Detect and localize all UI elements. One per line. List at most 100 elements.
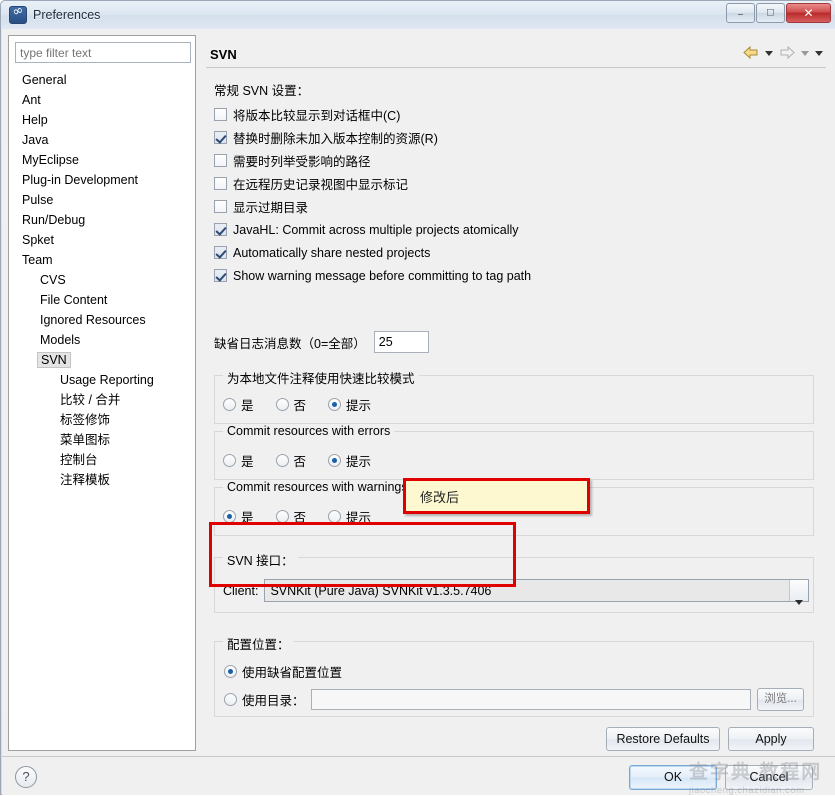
- quick-diff-option-no[interactable]: 否: [275, 395, 306, 414]
- sidebar-item-label: CVS: [40, 273, 66, 287]
- general-settings-label: 常规 SVN 设置：: [214, 84, 310, 98]
- question-mark-icon[interactable]: ?: [15, 766, 37, 788]
- sidebar-item-ignored-resources[interactable]: Ignored Resources: [9, 310, 195, 330]
- option-label: 使用目录：: [242, 694, 305, 708]
- sidebar-item-[interactable]: 菜单图标: [9, 430, 195, 450]
- svn-client-value: SVNKit (Pure Java) SVNKit v1.3.5.7406: [265, 580, 790, 601]
- option-label: 是: [241, 399, 254, 413]
- minimize-button[interactable]: –: [726, 3, 755, 23]
- checkbox-indicator: [214, 246, 227, 259]
- sidebar-item-general[interactable]: General: [9, 70, 195, 90]
- maximize-button[interactable]: □: [756, 3, 785, 23]
- commit-errors-group-title: Commit resources with errors: [223, 424, 395, 438]
- quick-diff-option-prompt[interactable]: 提示: [328, 395, 371, 414]
- setting-checkbox-6[interactable]: Automatically share nested projects: [214, 243, 430, 262]
- sidebar-item-pulse[interactable]: Pulse: [9, 190, 195, 210]
- commit-errors-option-no[interactable]: 否: [275, 451, 306, 470]
- svn-interface-group-title: SVN 接口：: [223, 550, 298, 569]
- sidebar-item-ant[interactable]: Ant: [9, 90, 195, 110]
- option-label: 提示: [346, 399, 372, 413]
- sidebar-item-spket[interactable]: Spket: [9, 230, 195, 250]
- back-history-chevron-down-icon[interactable]: [763, 44, 775, 62]
- sidebar-item-svn[interactable]: SVN: [9, 350, 195, 370]
- sidebar-item-models[interactable]: Models: [9, 330, 195, 350]
- checkbox-indicator: [214, 177, 227, 190]
- sidebar-item-usage-reporting[interactable]: Usage Reporting: [9, 370, 195, 390]
- sidebar-item-plug-in-development[interactable]: Plug-in Development: [9, 170, 195, 190]
- commit-warnings-option-no[interactable]: 否: [275, 507, 306, 526]
- sidebar-item-label: Ant: [22, 93, 41, 107]
- quick-diff-group-title: 为本地文件注释使用快速比较模式: [223, 368, 419, 387]
- setting-checkbox-4[interactable]: 显示过期目录: [214, 197, 308, 216]
- annotation-note-text: 修改后: [420, 489, 460, 505]
- sidebar-item-myeclipse[interactable]: MyEclipse: [9, 150, 195, 170]
- sidebar-item-label: Java: [22, 133, 49, 147]
- radio-indicator: [328, 510, 342, 523]
- config-directory-input[interactable]: [310, 689, 751, 710]
- checkbox-indicator: [214, 200, 227, 213]
- default-log-messages-input[interactable]: [373, 331, 429, 353]
- commit-warnings-option-prompt[interactable]: 提示: [328, 507, 371, 526]
- sidebar-item-[interactable]: 标签修饰: [9, 410, 195, 430]
- close-button[interactable]: ✕: [786, 3, 831, 23]
- quick-diff-option-yes[interactable]: 是: [223, 395, 254, 414]
- checkbox-indicator: [214, 108, 227, 121]
- radio-indicator: [223, 454, 236, 467]
- commit-warnings-option-yes[interactable]: 是: [223, 507, 254, 526]
- sidebar-item-cvs[interactable]: CVS: [9, 270, 195, 290]
- sidebar-item-[interactable]: 控制台: [9, 450, 195, 470]
- sidebar-item-help[interactable]: Help: [9, 110, 195, 130]
- setting-checkbox-0[interactable]: 将版本比较显示到对话框中(C): [214, 105, 400, 124]
- window-title: Preferences: [33, 8, 101, 22]
- config-use-default-option[interactable]: 使用缺省配置位置: [224, 662, 342, 681]
- sidebar-item-java[interactable]: Java: [9, 130, 195, 150]
- sidebar-item-label: File Content: [40, 293, 108, 307]
- sidebar-item-label: 菜单图标: [60, 433, 111, 447]
- checkbox-label: Automatically share nested projects: [233, 245, 431, 260]
- sidebar-item-[interactable]: 注释模板: [9, 470, 195, 490]
- sidebar-item-label: MyEclipse: [22, 153, 79, 167]
- setting-checkbox-1[interactable]: 替换时删除未加入版本控制的资源(R): [214, 128, 438, 147]
- sidebar-item-[interactable]: 比较 / 合并: [9, 390, 195, 410]
- sidebar-item-label: Team: [22, 253, 53, 267]
- radio-indicator: [224, 665, 237, 678]
- browse-button[interactable]: 浏览...: [757, 688, 804, 711]
- sidebar-item-label: Ignored Resources: [40, 313, 146, 327]
- config-use-directory-option[interactable]: 使用目录：: [224, 690, 305, 709]
- checkbox-label: 将版本比较显示到对话框中(C): [233, 109, 401, 123]
- default-log-messages-row: 缺省日志消息数（0=全部）: [214, 331, 429, 353]
- commit-errors-option-yes[interactable]: 是: [223, 451, 254, 470]
- setting-checkbox-5[interactable]: JavaHL: Commit across multiple projects …: [214, 220, 519, 239]
- radio-indicator: [223, 398, 236, 411]
- commit-errors-option-prompt[interactable]: 提示: [328, 451, 371, 470]
- config-location-group-title: 配置位置：: [223, 634, 294, 653]
- sidebar-item-run-debug[interactable]: Run/Debug: [9, 210, 195, 230]
- option-label: 提示: [346, 455, 372, 469]
- view-menu-chevron-down-icon[interactable]: [813, 44, 825, 62]
- sidebar-item-team[interactable]: Team: [9, 250, 195, 270]
- dialog-content: General Ant Help Java MyEclipse Plug-in Devel…: [2, 29, 835, 795]
- setting-checkbox-3[interactable]: 在远程历史记录视图中显示标记: [214, 174, 408, 193]
- checkbox-indicator: [214, 154, 227, 167]
- sidebar-item-file-content[interactable]: File Content: [9, 290, 195, 310]
- sidebar-item-label: Models: [40, 333, 81, 347]
- forward-history-chevron-down-icon: [799, 44, 811, 62]
- svn-client-dropdown[interactable]: SVNKit (Pure Java) SVNKit v1.3.5.7406: [264, 579, 809, 605]
- svn-client-label: Client:: [223, 583, 259, 598]
- option-label: 是: [241, 511, 254, 525]
- sidebar-item-label: Plug-in Development: [22, 173, 139, 187]
- default-log-messages-label: 缺省日志消息数（0=全部）: [214, 336, 366, 351]
- cancel-button[interactable]: Cancel: [725, 765, 813, 790]
- setting-checkbox-7[interactable]: Show warning message before committing t…: [214, 266, 531, 285]
- restore-defaults-button[interactable]: Restore Defaults: [606, 727, 720, 751]
- back-arrow-icon[interactable]: [741, 44, 761, 62]
- commit-warnings-radio-row: 是 否 提示: [223, 507, 393, 526]
- maximize-icon: □: [767, 6, 774, 19]
- checkbox-label: 显示过期目录: [233, 201, 309, 215]
- search-input[interactable]: [15, 42, 191, 63]
- preferences-tree: General Ant Help Java MyEclipse Plug-in Devel…: [9, 68, 195, 490]
- apply-button[interactable]: Apply: [728, 727, 814, 751]
- setting-checkbox-2[interactable]: 需要时列举受影响的路径: [214, 151, 371, 170]
- ok-button[interactable]: OK: [629, 765, 717, 790]
- checkbox-label: Show warning message before committing t…: [233, 268, 532, 283]
